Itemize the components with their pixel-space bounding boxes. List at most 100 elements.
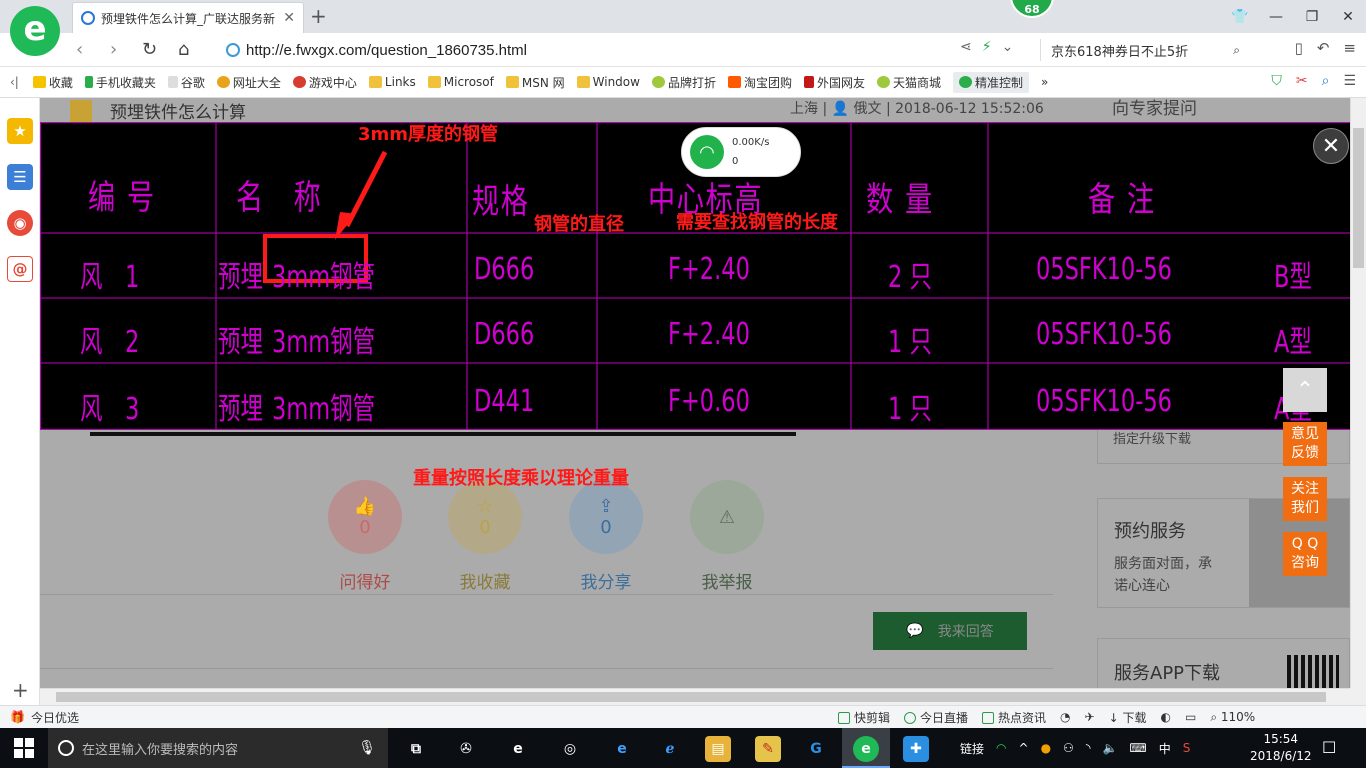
back-to-top-button[interactable]: ⌃ [1283,368,1327,412]
ime-indicator[interactable]: 中 [1159,740,1171,757]
task-view-icon[interactable]: ⧉ [403,736,429,762]
report-button[interactable]: ⚠ 我举报 [690,480,764,593]
bookmark-item[interactable]: MSN 网 [505,74,565,91]
notification-center-icon[interactable]: ☐ [1322,738,1336,757]
ie-icon[interactable]: e [505,736,531,762]
share-icon[interactable]: ⋖ [960,39,972,55]
bookmark-item[interactable]: 天猫商城 [877,74,941,91]
forward-button[interactable]: › [110,39,117,60]
edge-icon[interactable]: e [609,736,635,762]
bookmark-item[interactable]: 外国网友 [804,74,865,91]
system-clock[interactable]: 15:54 2018/6/12 [1250,731,1312,765]
today-picks-link[interactable]: 今日优选 [31,709,79,726]
address-bar[interactable]: http://e.fwxgx.com/question_1860735.html [226,39,946,61]
reload-button[interactable]: ↻ [142,39,157,60]
url-text[interactable]: http://e.fwxgx.com/question_1860735.html [246,42,527,59]
live-link[interactable]: 今日直播 [904,709,968,726]
bookmark-item[interactable]: 手机收藏夹 [84,74,156,91]
scroll-thumb[interactable] [1353,128,1364,268]
minimize-icon[interactable]: — [1258,0,1294,33]
browser-logo-icon[interactable]: e [10,6,60,56]
feedback-button[interactable]: 意见 反馈 [1283,422,1327,466]
qq-consult-button[interactable]: Q Q 咨询 [1283,532,1327,576]
plus-app-icon[interactable]: ✚ [903,736,929,762]
fan-app-icon[interactable]: ✇ [453,736,479,762]
search-input[interactable]: 京东618神券日不止5折 [1051,41,1233,60]
skin-icon[interactable]: 👕 [1222,0,1258,33]
app-tray-icon[interactable]: ● [1041,741,1051,755]
window-icon[interactable]: ▭ [1185,710,1196,724]
bookmark-item[interactable]: 游戏中心 [292,74,357,91]
menu-icon[interactable]: ☰ [1343,73,1356,89]
bookmark-item[interactable]: Microsof [427,75,494,89]
speed-icon[interactable]: ◔ [1060,710,1070,724]
site-info-icon[interactable] [226,43,240,57]
menu-icon[interactable]: ≡ [1343,39,1356,57]
wifi-tray-icon[interactable]: ◠ [996,741,1006,755]
bookmark-item[interactable]: 网址大全 [216,74,281,91]
tray-link-label[interactable]: 链接 [960,740,984,757]
notes-app-icon[interactable]: ✎ [755,736,781,762]
lightning-icon[interactable]: ⚡ [982,39,992,55]
bookmark-item[interactable]: 收藏 [32,74,73,91]
hot-news-link[interactable]: 热点资讯 [982,709,1046,726]
taskbar-search[interactable]: 在这里输入你要搜索的内容 🎙 [48,728,388,768]
like-button[interactable]: 👍 0 问得好 [328,480,402,593]
close-window-icon[interactable]: ✕ [1330,0,1366,33]
news-icon[interactable]: ☰ [7,164,33,190]
zoom-icon[interactable]: ⌕ 110% [1210,710,1255,725]
usb-icon[interactable]: ⚇ [1063,741,1074,755]
volume-icon[interactable]: 🔈 [1102,741,1117,755]
download-link[interactable]: ↓ 下载 [1109,709,1147,726]
add-sidebar-icon[interactable]: + [12,678,29,702]
internet-explorer-icon[interactable]: ℯ [657,736,683,762]
bookmark-item[interactable]: 谷歌 [167,74,205,91]
notification-badge[interactable]: 68 [1010,0,1054,18]
follow-us-button[interactable]: 关注 我们 [1283,477,1327,521]
microphone-icon[interactable]: 🎙 [358,740,376,756]
favorite-button[interactable]: ☆ 0 我收藏 [448,480,522,593]
undo-icon[interactable]: ↶ [1317,39,1330,57]
favorites-star-icon[interactable]: ★ [7,118,33,144]
taskbar-search-input[interactable]: 在这里输入你要搜索的内容 [82,739,358,758]
mobile-icon[interactable]: ▯ [1295,39,1303,57]
wifi-speed-popup[interactable]: ◠ 0.00K/s 0 [681,127,801,177]
bookmark-item[interactable]: Window [576,75,640,89]
scroll-thumb[interactable] [56,692,1326,702]
search-icon[interactable]: ⌕ [1322,73,1330,89]
email-icon[interactable]: @ [7,256,33,282]
vertical-scrollbar[interactable] [1350,98,1366,688]
bookmark-more[interactable]: » [1041,75,1048,89]
ask-expert-title[interactable]: 向专家提问 [1112,98,1197,119]
browser-tab-active[interactable]: 预埋铁件怎么计算_广联达服务新 ✕ [72,2,304,33]
scissors-icon[interactable]: ✂ [1296,73,1308,89]
back-button[interactable]: ‹ [76,39,83,60]
collapse-sidebar-icon[interactable]: ‹| [10,75,19,89]
home-button[interactable]: ⌂ [178,39,189,60]
search-box[interactable]: 京东618神券日不止5折 ⌕ [1040,39,1240,61]
new-tab-button[interactable]: + [310,4,327,28]
sogou-icon[interactable]: G [803,736,829,762]
file-explorer-icon[interactable]: ▤ [705,736,731,762]
close-viewer-button[interactable]: ✕ [1313,128,1349,164]
windows-start-icon[interactable] [14,738,34,758]
horizontal-scrollbar[interactable] [40,688,1350,705]
share-button[interactable]: ⇪ 0 我分享 [569,480,643,593]
pin-icon[interactable]: ✈ [1085,710,1095,724]
chevron-down-icon[interactable]: ⌄ [1002,39,1014,55]
browser-360-icon[interactable]: e [853,736,879,762]
bookmark-item[interactable]: 精准控制 [953,71,1030,93]
bookmark-item[interactable]: 淘宝团购 [727,74,792,91]
sound-icon[interactable]: ◐ [1160,710,1170,724]
quick-edit-link[interactable]: 快剪辑 [838,709,890,726]
bookmark-item[interactable]: 品牌打折 [651,74,716,91]
restore-icon[interactable]: ❐ [1294,0,1330,33]
answer-button[interactable]: 💬 我来回答 [873,612,1027,650]
sogou-ime-icon[interactable]: S [1183,741,1191,755]
app-download-box[interactable]: 服务APP下载 [1097,638,1350,688]
search-icon[interactable]: ⌕ [1233,43,1240,58]
network-icon[interactable]: ◝ [1086,741,1091,755]
shield-icon[interactable]: ⛉ [1271,73,1282,89]
keyboard-icon[interactable]: ⌨ [1129,741,1146,755]
chrome-like-icon[interactable]: ◎ [557,736,583,762]
